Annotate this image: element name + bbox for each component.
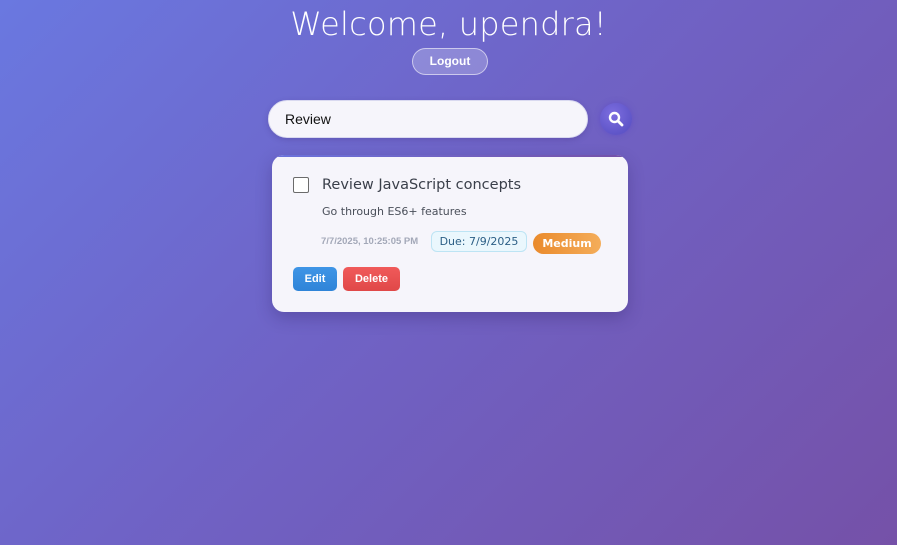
welcome-heading: Welcome, upendra!: [290, 5, 607, 43]
task-complete-checkbox[interactable]: [293, 177, 309, 193]
search-icon: [608, 111, 624, 127]
card-accent-bar: [272, 155, 628, 157]
search-button[interactable]: [600, 103, 632, 135]
task-title: Review JavaScript concepts: [322, 177, 522, 193]
due-date-badge: Due: 7/9/2025: [431, 231, 527, 252]
search-bar: [268, 100, 588, 138]
task-card: Review JavaScript concepts Go through ES…: [272, 155, 628, 312]
task-created-timestamp: 7/7/2025, 10:25:05 PM: [321, 236, 419, 247]
edit-button[interactable]: Edit: [293, 267, 337, 291]
search-input[interactable]: [268, 100, 588, 138]
logout-button[interactable]: Logout: [412, 48, 488, 75]
priority-badge: Medium: [533, 233, 601, 254]
delete-button[interactable]: Delete: [343, 267, 400, 291]
task-description: Go through ES6+ features: [322, 205, 467, 218]
